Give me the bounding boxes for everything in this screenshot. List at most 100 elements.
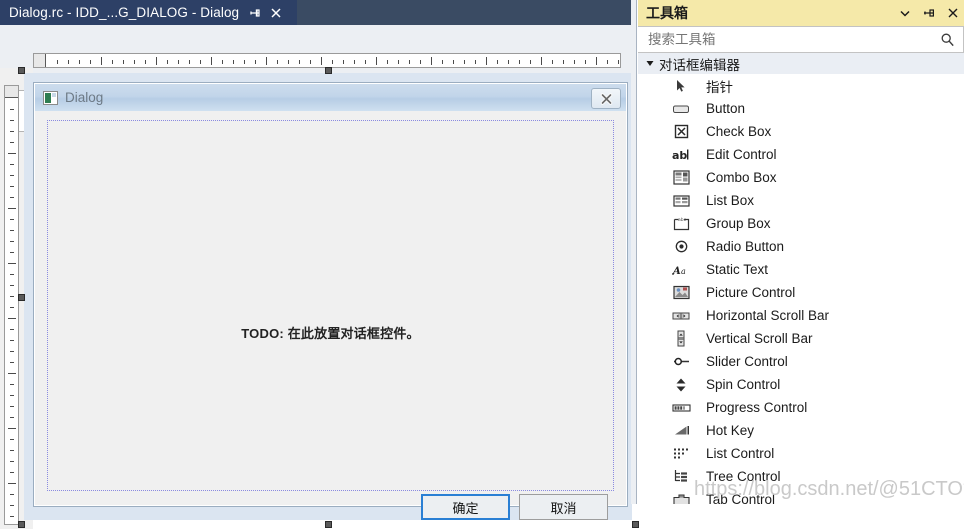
editor-pane: Dialog.rc - IDD_...G_DIALOG - Dialog Dia… <box>0 0 639 529</box>
toolbox-item-label: Button <box>706 101 746 116</box>
toolbox-title: 工具箱 <box>646 5 688 21</box>
slider-icon <box>670 353 692 371</box>
resize-handle-sw[interactable] <box>18 521 25 528</box>
tab-title: Dialog.rc - IDD_...G_DIALOG - Dialog <box>9 5 240 20</box>
toolbox-item-label: Vertical Scroll Bar <box>706 331 813 346</box>
toolbox-item[interactable]: Hot Key <box>638 419 964 442</box>
toolbox-group-label: 对话框编辑器 <box>659 57 740 73</box>
resize-handle-se[interactable] <box>632 521 639 528</box>
toolbox-item[interactable]: List Control <box>638 442 964 465</box>
pin-icon[interactable] <box>922 6 936 20</box>
toolbox-item[interactable]: Tab Control <box>638 488 964 504</box>
toolbox-item[interactable]: Horizontal Scroll Bar <box>638 304 964 327</box>
toolbox-item-label: List Control <box>706 446 775 461</box>
close-icon[interactable] <box>946 6 960 20</box>
toolbox-item[interactable]: ab Edit Control <box>638 143 964 166</box>
toolbox-item[interactable]: Slider Control <box>638 350 964 373</box>
toolbox-group-dialog-editor[interactable]: 对话框编辑器 <box>638 53 964 74</box>
design-dialog[interactable]: Dialog TODO: 在此放置对话框控件。 确定 取消 <box>33 82 628 520</box>
static-text-icon: Aa <box>670 261 692 279</box>
ok-button[interactable]: 确定 <box>421 494 510 520</box>
close-icon[interactable] <box>269 6 283 20</box>
toolbox-search[interactable] <box>638 26 964 53</box>
ruler-origin-v <box>5 86 18 98</box>
toolbox-item[interactable]: Spin Control <box>638 373 964 396</box>
cancel-button-label: 取消 <box>550 500 577 516</box>
toolbox-item[interactable]: Aa Static Text <box>638 258 964 281</box>
toolbox-item[interactable]: Radio Button <box>638 235 964 258</box>
resize-handle-s[interactable] <box>325 521 332 528</box>
list-box-icon <box>670 192 692 210</box>
toolbox-item[interactable]: abc Group Box <box>638 212 964 235</box>
app-icon <box>43 90 58 105</box>
toolbox-item[interactable]: Vertical Scroll Bar <box>638 327 964 350</box>
toolbox-item-label: Check Box <box>706 124 772 139</box>
resize-handle-w[interactable] <box>18 294 25 301</box>
editor-body: Dialog TODO: 在此放置对话框控件。 确定 取消 <box>0 25 639 529</box>
toolbox-item-list: 指针 Button Check Box ab Edit Control Combo Box… <box>638 74 964 504</box>
pointer-icon <box>670 77 692 95</box>
toolbox-item[interactable]: Tree Control <box>638 465 964 488</box>
dialog-close-icon[interactable] <box>591 88 621 109</box>
ruler-origin-h <box>34 54 46 67</box>
toolbox-item-label: Progress Control <box>706 400 808 415</box>
edit-control-icon: ab <box>670 146 692 164</box>
tree-control-icon <box>670 468 692 486</box>
horizontal-ruler <box>33 53 621 68</box>
dialog-client-area[interactable]: TODO: 在此放置对话框控件。 确定 取消 <box>35 111 626 520</box>
resize-handle-n[interactable] <box>325 67 332 74</box>
toolbox-item-label: Picture Control <box>706 285 796 300</box>
toolbox-item[interactable]: List Box <box>638 189 964 212</box>
toolbox-item-label: Tab Control <box>706 492 776 504</box>
dialog-title-bar[interactable]: Dialog <box>35 84 626 111</box>
toolbox-header: 工具箱 <box>638 0 964 26</box>
cancel-button[interactable]: 取消 <box>519 494 608 520</box>
toolbox-item[interactable]: Check Box <box>638 120 964 143</box>
toolbox-item[interactable]: Picture Control <box>638 281 964 304</box>
dialog-title: Dialog <box>65 90 104 105</box>
toolbox-item-label: 指针 <box>706 79 733 95</box>
list-control-icon <box>670 445 692 463</box>
toolbox-item-label: Combo Box <box>706 170 777 185</box>
svg-text:A: A <box>672 266 681 277</box>
toolbox-item-label: Slider Control <box>706 354 788 369</box>
pin-icon[interactable] <box>248 6 262 20</box>
ok-button-label: 确定 <box>452 500 479 516</box>
svg-text:abc: abc <box>678 217 687 223</box>
toolbox-item[interactable]: Progress Control <box>638 396 964 419</box>
toolbox-item-label: Spin Control <box>706 377 781 392</box>
toolbox-item[interactable]: Button <box>638 97 964 120</box>
toolbox-divider <box>631 0 637 504</box>
chevron-down-icon[interactable] <box>898 6 912 20</box>
dialog-guide-border <box>47 120 614 491</box>
toolbox-item-label: List Box <box>706 193 755 208</box>
search-icon[interactable] <box>933 32 955 47</box>
group-box-icon: abc <box>670 215 692 233</box>
button-icon <box>670 100 692 118</box>
vscrollbar-icon <box>670 330 692 348</box>
checkbox-icon <box>670 123 692 141</box>
toolbox-item[interactable]: 指针 <box>638 74 964 97</box>
tab-dialog-rc[interactable]: Dialog.rc - IDD_...G_DIALOG - Dialog <box>0 0 297 25</box>
tab-strip: Dialog.rc - IDD_...G_DIALOG - Dialog <box>0 0 631 25</box>
svg-text:a: a <box>681 267 686 276</box>
progress-icon <box>670 399 692 417</box>
radio-button-icon <box>670 238 692 256</box>
triangle-expanded-icon[interactable] <box>645 59 655 68</box>
toolbox-item-label: Edit Control <box>706 147 777 162</box>
toolbox-item-label: Radio Button <box>706 239 785 254</box>
toolbox-panel: 工具箱 搜索工具箱 对话框编辑器 指针 Button Check Box ab … <box>631 0 964 504</box>
toolbox-item-label: Hot Key <box>706 423 755 438</box>
picture-control-icon <box>670 284 692 302</box>
svg-text:ab: ab <box>672 149 687 162</box>
visual-studio-dialog-editor: Dialog.rc - IDD_...G_DIALOG - Dialog Dia… <box>0 0 964 529</box>
hotkey-icon <box>670 422 692 440</box>
toolbox-item[interactable]: Combo Box <box>638 166 964 189</box>
toolbox-item-label: Static Text <box>706 262 769 277</box>
combo-box-icon <box>670 169 692 187</box>
spin-icon <box>670 376 692 394</box>
toolbox-item-label: Group Box <box>706 216 771 231</box>
hscrollbar-icon <box>670 307 692 325</box>
search-input[interactable] <box>646 31 933 48</box>
resize-handle-nw[interactable] <box>18 67 25 74</box>
